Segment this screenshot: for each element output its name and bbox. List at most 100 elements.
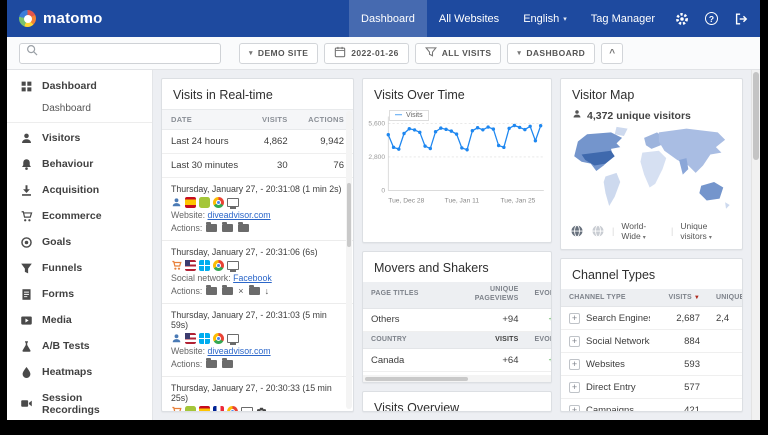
horizontal-scrollbar[interactable]: [363, 375, 551, 382]
dashboard-selector-button[interactable]: ▾ DASHBOARD: [507, 43, 595, 64]
map-region-new-zealand[interactable]: [725, 202, 730, 208]
expand-row-icon[interactable]: +: [569, 382, 580, 393]
column-header[interactable]: PAGE TITLES: [363, 282, 459, 308]
expand-row-icon[interactable]: +: [569, 336, 580, 347]
visits-over-time-chart[interactable]: — Visits 5,6002,8000Tue, Dec 28Tue, Jan …: [365, 109, 547, 227]
sidebar-item-ecommerce[interactable]: Ecommerce: [7, 203, 152, 229]
map-region-north-america[interactable]: [574, 132, 622, 171]
sidebar-item-label: Visitors: [42, 132, 80, 144]
actions-label: Actions:: [171, 223, 202, 233]
divider: |: [612, 226, 614, 236]
map-region-africa[interactable]: [640, 151, 666, 188]
sidebar-item-dashboard[interactable]: Dashboard: [7, 73, 152, 99]
sidebar-item-media[interactable]: Media: [7, 307, 152, 333]
column-header-channel-type[interactable]: CHANNEL TYPE: [561, 289, 650, 307]
ref-link[interactable]: diveadvisor.com: [208, 210, 271, 220]
sidebar-item-label: Dashboard: [42, 80, 97, 92]
map-region-south-america[interactable]: [604, 173, 621, 206]
sidebar-item-heatmaps[interactable]: Heatmaps: [7, 359, 152, 385]
visit-datetime: Thursday, January 27, - 20:31:06 (6s): [171, 247, 344, 257]
visit-icons: [171, 260, 344, 271]
scrollbar-thumb[interactable]: [753, 72, 759, 160]
page-folder-icon[interactable]: [206, 224, 217, 232]
column-header-actions[interactable]: ACTIONS: [297, 110, 353, 130]
sidebar-item-visitors[interactable]: Visitors: [7, 125, 152, 151]
column-header[interactable]: EVOLUTION: [526, 331, 552, 349]
table-row[interactable]: +Campaigns 421: [561, 399, 743, 413]
segment-selector-button[interactable]: ALL VISITS: [415, 43, 502, 64]
ref-link[interactable]: Facebook: [233, 273, 272, 283]
table-row[interactable]: +Social Networks 884: [561, 330, 743, 353]
column-header[interactable]: EVOLUTION: [526, 282, 552, 308]
ref-link[interactable]: diveadvisor.com: [208, 346, 271, 356]
sidebar-item-session-recordings[interactable]: Session Recordings: [7, 385, 152, 420]
table-row[interactable]: Others +94 +36%: [363, 308, 552, 331]
page-folder-icon[interactable]: [249, 287, 260, 295]
sidebar-item-funnels[interactable]: Funnels: [7, 255, 152, 281]
nav-language-selector[interactable]: English ▾: [511, 0, 579, 37]
flat-map-view-button[interactable]: [591, 224, 605, 238]
expand-row-icon[interactable]: +: [569, 405, 580, 413]
page-folder-icon[interactable]: [222, 224, 233, 232]
scrollbar-thumb[interactable]: [347, 183, 351, 247]
scrollbar-thumb[interactable]: [365, 377, 468, 381]
page-folder-icon[interactable]: [206, 360, 217, 368]
region-selector[interactable]: World-Wide▾: [621, 221, 664, 241]
table-row[interactable]: +Websites 593: [561, 353, 743, 376]
channel-types-table: CHANNEL TYPE VISITS▼ UNIQUE VISIT +Searc…: [561, 289, 743, 412]
sidebar-item-ab-tests[interactable]: A/B Tests: [7, 333, 152, 359]
widget-scrollbar[interactable]: [346, 111, 352, 409]
expand-row-icon[interactable]: +: [569, 359, 580, 370]
download-action-icon[interactable]: ↓: [265, 286, 270, 296]
summary-visits: 4,862: [251, 130, 297, 154]
table-row[interactable]: +Search Engines 2,687 2,4: [561, 307, 743, 330]
sidebar-subitem-dashboard[interactable]: Dashboard: [7, 99, 152, 122]
sidebar-item-forms[interactable]: Forms: [7, 281, 152, 307]
column-header-visits[interactable]: VISITS: [251, 110, 297, 130]
matomo-logo[interactable]: matomo: [19, 10, 103, 27]
widget-channel-types: Channel Types CHANNEL TYPE VISITS▼ UNIQU…: [560, 258, 743, 412]
column-header[interactable]: UNIQUE PAGEVIEWS: [459, 282, 527, 308]
page-folder-icon[interactable]: [206, 287, 217, 295]
column-header-visits[interactable]: VISITS▼: [650, 289, 708, 307]
vertical-scrollbar[interactable]: [751, 70, 760, 420]
map-region-australia[interactable]: [699, 182, 723, 200]
search-input[interactable]: [44, 47, 214, 60]
gear-icon[interactable]: [667, 0, 697, 37]
date-picker-button[interactable]: 2022-01-26: [324, 43, 408, 64]
page-folder-icon[interactable]: [222, 287, 233, 295]
signout-icon[interactable]: [726, 0, 756, 37]
column-header[interactable]: VISITS: [459, 331, 527, 349]
sidebar-item-acquisition[interactable]: Acquisition: [7, 177, 152, 203]
zen-mode-button[interactable]: ^: [601, 43, 623, 64]
table-row[interactable]: +Direct Entry 577: [561, 376, 743, 399]
column-header[interactable]: COUNTRY: [363, 331, 459, 349]
sidebar-item-label: Heatmaps: [42, 366, 92, 378]
column-header-unique-visitors[interactable]: UNIQUE VISIT: [708, 289, 743, 307]
os-android-icon: [185, 406, 196, 412]
svg-text:2,800: 2,800: [368, 154, 385, 161]
metric-selector[interactable]: Unique visitors▾: [680, 221, 733, 241]
map-region-greenland[interactable]: [615, 127, 628, 136]
nav-dashboard[interactable]: Dashboard: [349, 0, 427, 37]
nav-tag-manager[interactable]: Tag Manager: [579, 0, 667, 37]
expand-row-icon[interactable]: +: [569, 313, 580, 324]
map-region-asia[interactable]: [659, 129, 725, 173]
table-row[interactable]: Canada +64 +43%: [363, 349, 552, 372]
globe-view-button[interactable]: [570, 224, 584, 238]
sidebar-item-goals[interactable]: Goals: [7, 229, 152, 255]
realtime-visit-entry: Thursday, January 27, - 20:31:03 (5 min …: [162, 304, 353, 377]
column-header-date[interactable]: DATE: [162, 110, 251, 130]
sort-desc-icon: ▼: [694, 295, 700, 301]
sidebar-item-behaviour[interactable]: Behaviour: [7, 151, 152, 177]
page-folder-icon[interactable]: [222, 360, 233, 368]
widget-title: Movers and Shakers: [363, 252, 551, 282]
world-map[interactable]: [567, 125, 736, 217]
top-navbar: matomo Dashboard All Websites English ▾ …: [7, 0, 760, 37]
site-selector-button[interactable]: ▾ DEMO SITE: [239, 43, 318, 64]
exit-action-icon[interactable]: ×: [238, 286, 243, 296]
browser-chrome-icon: [213, 197, 224, 208]
nav-all-websites[interactable]: All Websites: [427, 0, 511, 37]
help-icon[interactable]: ?: [697, 0, 726, 37]
page-folder-icon[interactable]: [238, 224, 249, 232]
